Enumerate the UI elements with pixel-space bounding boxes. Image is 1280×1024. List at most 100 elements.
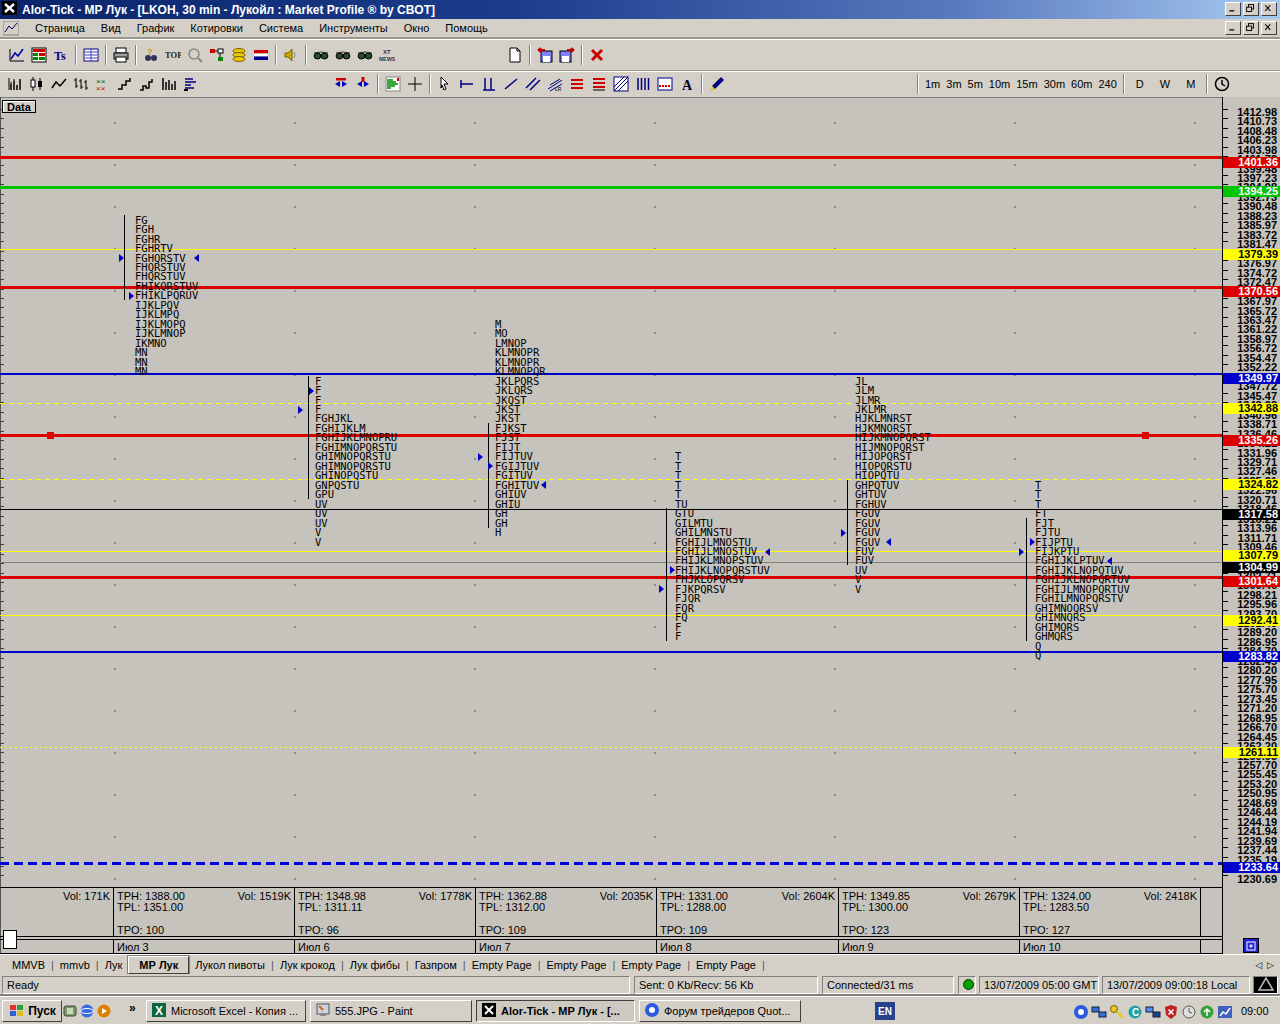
- tab-scroll-arrows[interactable]: ◁ ▷: [1255, 960, 1274, 970]
- quicklaunch-media-icon[interactable]: [96, 1003, 112, 1019]
- level-line[interactable]: [0, 615, 1222, 616]
- period-W[interactable]: W: [1152, 77, 1178, 91]
- scroll-corner-icon[interactable]: [1243, 938, 1259, 953]
- candles-icon[interactable]: [26, 73, 48, 95]
- glasses-icon[interactable]: [332, 44, 354, 66]
- xt-news-icon[interactable]: XTNEWS: [376, 44, 398, 66]
- top-list-icon[interactable]: TOP: [162, 44, 184, 66]
- menu-инструменты[interactable]: Инструменты: [311, 20, 396, 36]
- trend-line-icon[interactable]: [500, 73, 522, 95]
- time-sales-icon[interactable]: Ts: [50, 44, 72, 66]
- page-tab-Empty Page[interactable]: Empty Page: [615, 958, 687, 972]
- line-style-icon[interactable]: [48, 73, 70, 95]
- window-restore-button[interactable]: [1243, 2, 1259, 16]
- tray-net-icon[interactable]: [1091, 1004, 1106, 1019]
- level-line[interactable]: [0, 403, 1222, 404]
- plot-area[interactable]: [0, 97, 1222, 954]
- menu-система[interactable]: Система: [251, 20, 311, 36]
- chart-window-icon[interactable]: [3, 21, 21, 36]
- page-tab-Газпром[interactable]: Газпром: [409, 958, 463, 972]
- level-line[interactable]: [0, 373, 1222, 375]
- page-tab-Empty Page[interactable]: Empty Page: [466, 958, 538, 972]
- level-line[interactable]: [0, 576, 1222, 579]
- timeframe-30m[interactable]: 30m: [1041, 77, 1068, 91]
- level-line[interactable]: [0, 434, 1222, 437]
- timeframe-15m[interactable]: 15m: [1013, 77, 1040, 91]
- hatch-icon[interactable]: [610, 73, 632, 95]
- regression-icon[interactable]: LR: [544, 73, 566, 95]
- zoom-tool-icon[interactable]: [184, 44, 206, 66]
- vert-lines-icon[interactable]: [632, 73, 654, 95]
- tray-forum-icon[interactable]: [1073, 1004, 1088, 1019]
- collapse-red-icon[interactable]: [330, 73, 352, 95]
- page-tab-MMVB[interactable]: MMVB: [6, 958, 51, 972]
- page-tab-МР Лук[interactable]: МР Лук: [128, 956, 189, 974]
- page-tab-mmvb[interactable]: mmvb: [54, 958, 96, 972]
- collapse-blue-icon[interactable]: [352, 73, 374, 95]
- level-line[interactable]: [0, 551, 1222, 552]
- menu-котировки[interactable]: Котировки: [182, 20, 251, 36]
- taskbar-window-0[interactable]: XMicrosoft Excel - Копия ...: [146, 1000, 306, 1022]
- period-M[interactable]: M: [1178, 77, 1203, 91]
- tree-icon[interactable]: [206, 44, 228, 66]
- level-line[interactable]: [0, 651, 1222, 653]
- page-tab-Лук[interactable]: Лук: [99, 958, 129, 972]
- timeframe-60m[interactable]: 60m: [1068, 77, 1095, 91]
- steps2-icon[interactable]: [136, 73, 158, 95]
- menu-график[interactable]: График: [129, 20, 183, 36]
- level-line[interactable]: [0, 479, 1222, 480]
- tray-net2-icon[interactable]: [1145, 1004, 1160, 1019]
- level-left-icon[interactable]: [456, 73, 478, 95]
- parallel-icon[interactable]: [522, 73, 544, 95]
- quotes-grid-icon[interactable]: [28, 44, 50, 66]
- level-line[interactable]: [0, 862, 1222, 865]
- level-line[interactable]: [0, 747, 1222, 748]
- level-line[interactable]: [0, 186, 1222, 189]
- clock-icon[interactable]: [1211, 73, 1233, 95]
- document-restore-button[interactable]: [1243, 21, 1259, 35]
- new-page-icon[interactable]: [504, 44, 526, 66]
- tray-update-icon[interactable]: [1199, 1004, 1214, 1019]
- timeframe-3m[interactable]: 3m: [943, 77, 964, 91]
- brush-icon[interactable]: [706, 73, 728, 95]
- level-line[interactable]: [0, 509, 1222, 510]
- price-scale[interactable]: [1222, 97, 1280, 954]
- speaker-icon[interactable]: [280, 44, 302, 66]
- page-tab-Лукол пивоты[interactable]: Лукол пивоты: [189, 958, 271, 972]
- quicklaunch-shell-icon[interactable]: [62, 1003, 78, 1019]
- menu-помощь[interactable]: Помощь: [437, 20, 496, 36]
- level-line[interactable]: [0, 562, 1222, 563]
- page-tab-Лук фибы[interactable]: Лук фибы: [344, 958, 406, 972]
- page-tab-Empty Page[interactable]: Empty Page: [690, 958, 762, 972]
- profile-list-icon[interactable]: [180, 73, 202, 95]
- page-tab-Лук крокод[interactable]: Лук крокод: [274, 958, 341, 972]
- find-icon[interactable]: ?: [140, 44, 162, 66]
- level-vert-icon[interactable]: [478, 73, 500, 95]
- steps1-icon[interactable]: [114, 73, 136, 95]
- taskbar-window-3[interactable]: Форум трейдеров Quot...: [639, 1000, 801, 1022]
- bars-ohlc-icon[interactable]: [70, 73, 92, 95]
- taskbar-window-1[interactable]: 555.JPG - Paint: [310, 1000, 472, 1022]
- coins-icon[interactable]: [228, 44, 250, 66]
- level-line[interactable]: [0, 249, 1222, 250]
- glasses-icon[interactable]: [354, 44, 376, 66]
- document-minimize-button[interactable]: [1225, 21, 1241, 35]
- depth-book-icon[interactable]: [80, 44, 102, 66]
- tray-cd-icon[interactable]: C: [1127, 1004, 1142, 1019]
- line-chart-icon[interactable]: [6, 44, 28, 66]
- range-box-icon[interactable]: [654, 73, 676, 95]
- tray-shield-icon[interactable]: [1163, 1004, 1178, 1019]
- taskbar-window-2[interactable]: Alor-Tick - МР Лук - [...: [476, 1000, 635, 1022]
- timeframe-1m[interactable]: 1m: [922, 77, 943, 91]
- taskbar-clock[interactable]: 09:00: [1241, 1005, 1269, 1017]
- tray-clockt-icon[interactable]: [1181, 1004, 1196, 1019]
- data-panel-tab[interactable]: Data: [2, 100, 36, 113]
- print-icon[interactable]: [110, 44, 132, 66]
- text-tool-icon[interactable]: A: [676, 73, 698, 95]
- timeframe-5m[interactable]: 5m: [965, 77, 986, 91]
- save-in-icon[interactable]: [534, 44, 556, 66]
- timeframe-10m[interactable]: 10m: [986, 77, 1013, 91]
- menu-окно[interactable]: Окно: [396, 20, 438, 36]
- window-close-button[interactable]: [1261, 2, 1277, 16]
- hist-bars-icon[interactable]: [4, 73, 26, 95]
